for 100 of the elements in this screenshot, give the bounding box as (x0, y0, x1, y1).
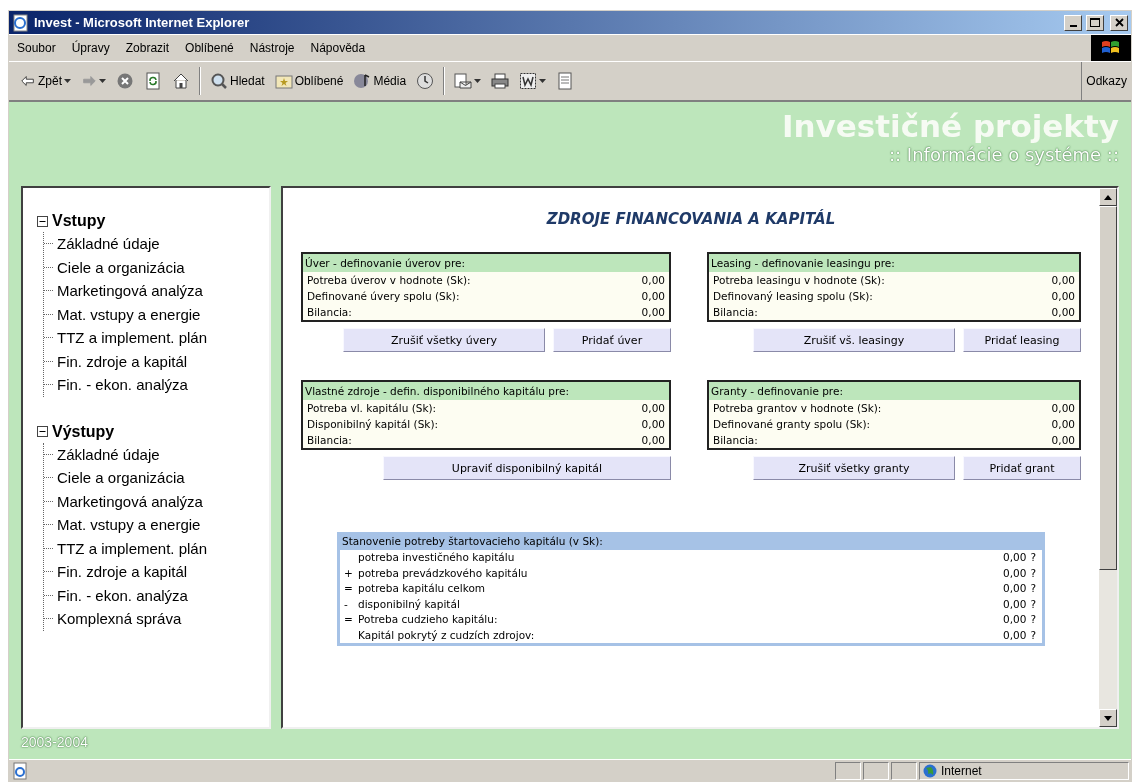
home-icon (172, 72, 190, 90)
browser-icon (12, 13, 30, 32)
help-link[interactable]: ? (1030, 627, 1036, 643)
row-label: Potreba cudzieho kapitálu: (358, 612, 499, 627)
tree-item[interactable]: TTZ a implement. plán (57, 539, 208, 557)
action-button[interactable]: Pridať grant (963, 456, 1081, 480)
close-button[interactable] (1110, 14, 1128, 31)
collapse-icon[interactable] (37, 426, 48, 437)
row-label: Potreba úverov v hodnote (Sk): (307, 273, 471, 287)
row-value: 0,00 (641, 417, 665, 431)
tree-item[interactable]: Marketingová analýza (57, 282, 203, 300)
media-button[interactable]: Média (348, 66, 412, 96)
minimize-button[interactable] (1064, 14, 1082, 31)
collapse-icon[interactable] (37, 215, 48, 227)
tree-item[interactable]: Fin. zdroje a kapitál (57, 352, 188, 370)
document-icon (556, 72, 575, 90)
favorites-button[interactable]: Oblíbené (269, 66, 349, 96)
tree-item[interactable]: Základné údaje (57, 445, 160, 463)
caret-icon (64, 79, 71, 83)
tree-item[interactable]: Mat. vstupy a energie (57, 516, 201, 534)
tree-item[interactable]: Marketingová analýza (57, 492, 203, 510)
row-value: 0,00 (641, 289, 665, 303)
globe-icon (923, 763, 937, 778)
menu-item[interactable]: Soubor (9, 41, 64, 55)
operator-sign: - (344, 596, 349, 612)
links-label[interactable]: Odkazy (1081, 62, 1131, 100)
scroll-down-button[interactable] (1099, 709, 1117, 727)
help-link[interactable]: ? (1030, 612, 1036, 628)
row-value: 0,00 (1051, 273, 1075, 287)
tree-item[interactable]: Fin. - ekon. analýza (57, 586, 188, 604)
row-label: Bilancia: (307, 305, 352, 319)
tree-item[interactable]: Ciele a organizácia (57, 258, 185, 276)
row-label: Kapitál pokrytý z cudzích zdrojov: (358, 627, 536, 643)
action-button[interactable]: Pridať leasing (963, 328, 1081, 352)
table-title: Vlastné zdroje - defin. disponibilného kapitálu pre: (303, 382, 669, 400)
globe-music-icon (353, 72, 372, 90)
back-button[interactable]: Zpět (15, 66, 76, 96)
operator-sign: + (344, 565, 354, 581)
site-title: Investičné projekty (781, 108, 1119, 144)
tree-item[interactable]: TTZ a implement. plán (57, 329, 208, 347)
row-value: 0,00 (1051, 305, 1075, 319)
action-button[interactable]: Zrušiť vš. leasingy (753, 328, 955, 352)
menu-item[interactable]: Zobrazit (117, 41, 178, 55)
row-value: 0,00 (1051, 433, 1075, 447)
scroll-up-button[interactable] (1099, 188, 1117, 206)
row-label: potreba kapitálu celkom (358, 581, 487, 596)
tree-item[interactable]: Fin. zdroje a kapitál (57, 563, 188, 581)
printer-icon (491, 72, 510, 90)
caret-icon (99, 79, 106, 83)
tree-item[interactable]: Mat. vstupy a energie (57, 305, 201, 323)
maximize-icon (1090, 18, 1100, 27)
row-value: 0,00 (1003, 581, 1027, 596)
row-label: Definovaný leasing spolu (Sk): (713, 289, 873, 303)
menu-item[interactable]: Úpravy (63, 41, 118, 55)
row-label: potreba prevádzkového kapitálu (358, 565, 529, 581)
scrollbar[interactable] (1099, 188, 1117, 727)
minimize-icon (1069, 24, 1077, 27)
menu-item[interactable]: Oblíbené (177, 41, 242, 55)
stop-icon (116, 72, 134, 90)
up-arrow-icon (1104, 194, 1112, 200)
table-title: Granty - definovanie pre: (709, 382, 1079, 400)
tree-item[interactable]: Základné údaje (57, 235, 160, 253)
table-title: Leasing - definovanie leasingu pre: (709, 254, 1079, 272)
status-pane (891, 761, 917, 780)
menu-item[interactable]: Nástroje (241, 41, 303, 55)
row-label: Disponibilný kapitál (Sk): (307, 417, 439, 431)
mail-icon (454, 72, 473, 90)
scroll-thumb[interactable] (1099, 206, 1117, 570)
action-button[interactable]: Zrušiť všetky úvery (343, 328, 545, 352)
window-title: Invest - Microsoft Internet Explorer (34, 15, 251, 30)
menu-item[interactable]: Nápověda (302, 41, 374, 55)
help-link[interactable]: ? (1030, 550, 1036, 566)
help-link[interactable]: ? (1030, 596, 1036, 612)
row-value: 0,00 (1003, 596, 1027, 612)
tree-item[interactable]: Ciele a organizácia (57, 469, 185, 487)
row-label: Potreba leasingu v hodnote (Sk): (713, 273, 885, 287)
table-title: Stanovenie potreby štartovacieho kapitálu (v Sk): (340, 532, 1042, 550)
row-value: 0,00 (1051, 289, 1075, 303)
action-button[interactable]: Pridať úver (553, 328, 671, 352)
windows-logo (1091, 35, 1131, 61)
row-value: 0,00 (1051, 401, 1075, 415)
help-link[interactable]: ? (1030, 581, 1036, 597)
caret-icon (539, 79, 547, 83)
maximize-button[interactable] (1086, 14, 1104, 31)
close-icon (1114, 18, 1124, 27)
status-pane (863, 761, 889, 780)
row-label: Definované granty spolu (Sk): (713, 417, 871, 431)
search-button[interactable]: Hledat (205, 66, 270, 96)
help-link[interactable]: ? (1030, 565, 1036, 581)
tree-group-label[interactable]: Výstupy (52, 422, 115, 441)
row-label: Potreba grantov v hodnote (Sk): (713, 401, 882, 415)
document-w-icon (519, 72, 538, 90)
tree-group-label[interactable]: Vstupy (52, 212, 106, 230)
row-value: 0,00 (1003, 612, 1027, 627)
tree-item[interactable]: Fin. - ekon. analýza (57, 376, 188, 394)
action-button[interactable]: Zrušiť všetky granty (753, 456, 955, 480)
action-button[interactable]: Upraviť disponibilný kapitál (383, 456, 671, 480)
operator-sign: = (344, 612, 354, 627)
row-label: potreba investičného kapitálu (358, 550, 516, 565)
tree-item[interactable]: Komplexná správa (57, 610, 182, 628)
